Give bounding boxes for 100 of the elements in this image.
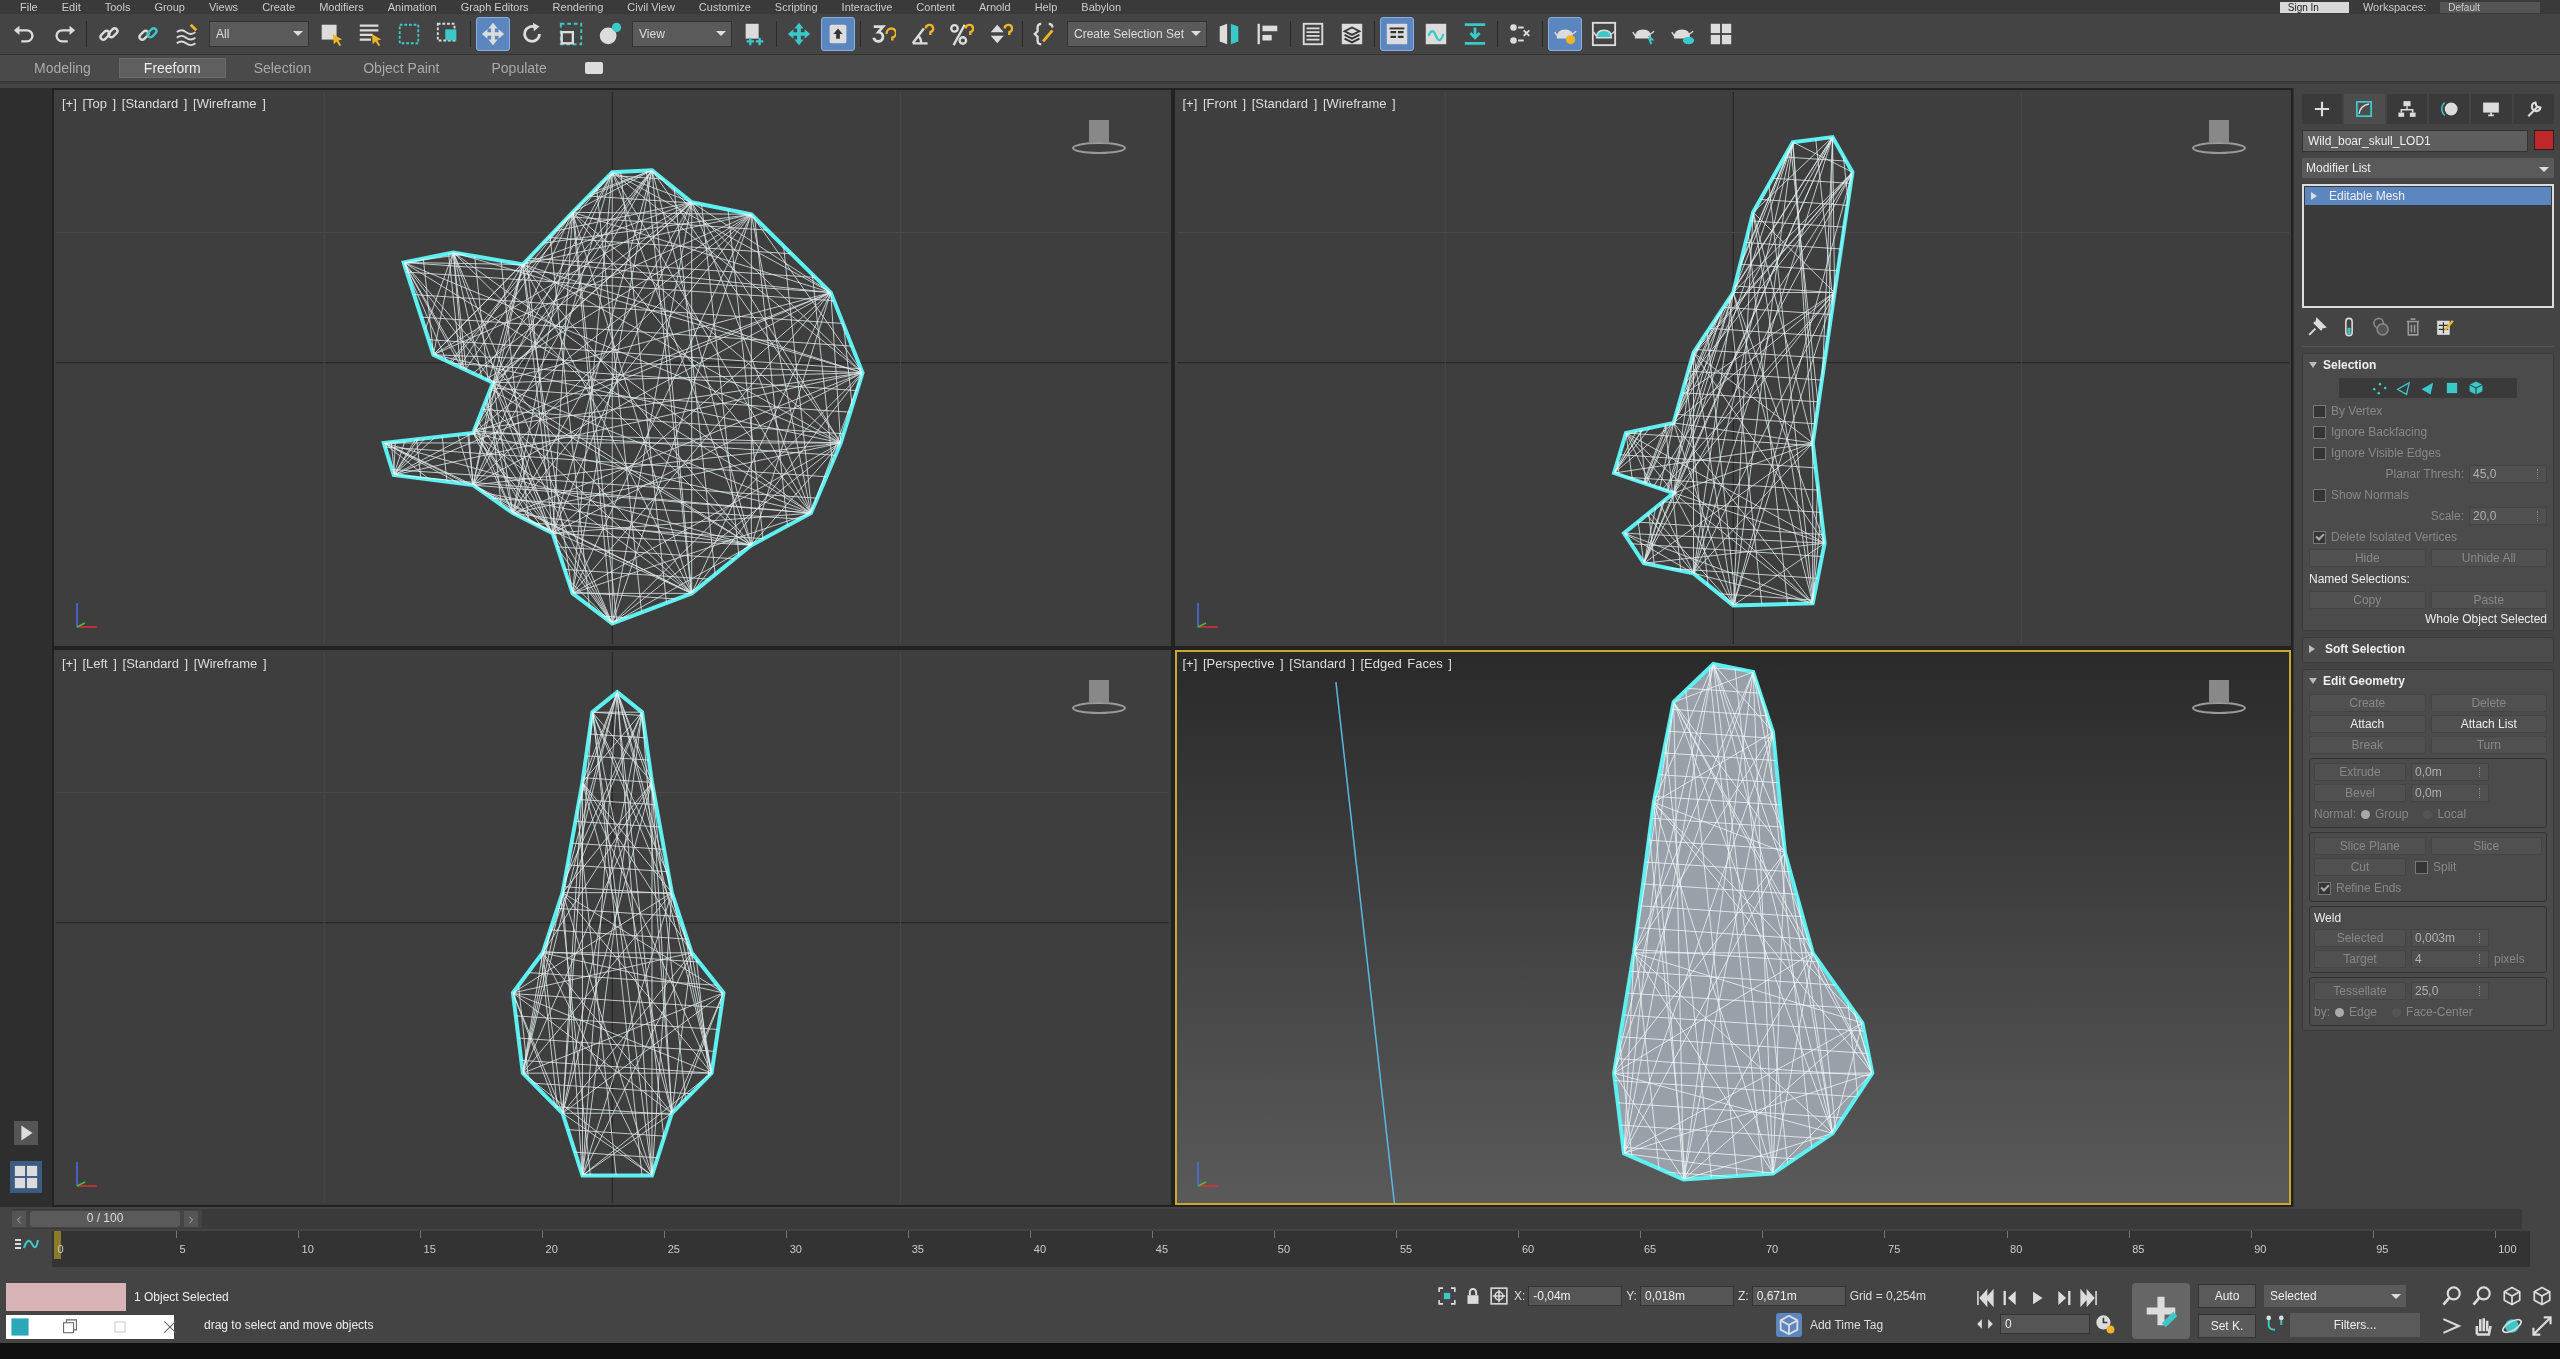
menu-item[interactable]: Customize <box>698 1 751 13</box>
panel-tab[interactable] <box>2386 94 2427 124</box>
menu-item[interactable]: Create <box>262 1 296 13</box>
toolbar-button[interactable] <box>1548 17 1583 51</box>
viewport-label[interactable]: [+] [Left ] [Standard ] [Wireframe ] <box>62 655 267 671</box>
panel-tab[interactable] <box>2344 94 2385 124</box>
auto-key-button[interactable]: Auto <box>2198 1284 2256 1308</box>
section-label: Named Selections: <box>2309 572 2410 586</box>
viewport-label[interactable]: [+] [Perspective ] [Standard ] [Edged Faces ] <box>1182 655 1452 671</box>
time-slider-track[interactable]: 0 / 100 <box>12 1209 2522 1229</box>
coordinate-field[interactable]: -0,04m <box>1528 1286 1623 1306</box>
rollout-header[interactable]: Soft Selection <box>2309 640 2405 658</box>
stack-item[interactable]: Editable Mesh <box>2305 187 2551 205</box>
checkbox-label: Ignore Visible Edges <box>2331 446 2441 460</box>
ribbon-tab[interactable]: Modeling <box>10 58 115 78</box>
move-arrows-icon <box>786 21 812 47</box>
color-swatch[interactable] <box>2534 130 2554 150</box>
percent-icon <box>948 21 974 47</box>
menu-item[interactable]: Interactive <box>841 1 893 13</box>
object-name-field[interactable]: Wild_boar_skull_LOD1 <box>2302 130 2528 152</box>
menu-item[interactable]: Rendering <box>552 1 604 13</box>
rollout-header[interactable]: Selection <box>2309 356 2377 374</box>
ribbon-tab[interactable]: Selection <box>229 58 336 78</box>
workspace-dropdown[interactable]: Default <box>2440 1 2540 13</box>
current-frame-field[interactable]: 0 <box>2000 1314 2090 1334</box>
radio-label: Local <box>2437 807 2467 821</box>
toolbar-dropdown[interactable]: View <box>632 21 732 47</box>
move-icon <box>480 21 506 47</box>
radio-label: Edge <box>2349 1005 2378 1019</box>
coordinate-field[interactable]: 0,018m <box>1639 1286 1734 1306</box>
menu-item[interactable]: Edit <box>61 1 81 13</box>
current-frame-marker[interactable] <box>54 1231 61 1259</box>
menu-item[interactable]: Graph Editors <box>460 1 529 13</box>
frame-number: 55 <box>1399 1243 1413 1255</box>
dashed-rectangle-icon <box>396 21 422 47</box>
panel-tab[interactable] <box>2471 94 2512 124</box>
axis-label: Y: <box>1626 1289 1637 1303</box>
toolbar-button[interactable] <box>1380 17 1415 51</box>
time-tag-button[interactable] <box>1775 1313 1802 1337</box>
toolbar-dropdown[interactable]: All <box>209 21 309 47</box>
frame-number: 100 <box>2498 1243 2517 1255</box>
panel-tab[interactable] <box>2513 94 2554 124</box>
menu-item[interactable]: Group <box>154 1 185 13</box>
rollout-header[interactable]: Edit Geometry <box>2309 672 2406 690</box>
menu-item[interactable]: Modifiers <box>319 1 364 13</box>
minimized-window[interactable] <box>6 1315 174 1339</box>
coordinate-field[interactable]: 0,671m <box>1751 1286 1846 1306</box>
toolbar-dropdown[interactable]: Create Selection Set <box>1067 21 1208 47</box>
toolbar-button[interactable] <box>821 17 855 51</box>
curve-square-icon <box>2354 99 2375 119</box>
menu-item[interactable]: Civil View <box>627 1 675 13</box>
viewport[interactable]: [+] [Perspective ] [Standard ] [Edged Faces ] <box>1174 649 2291 1205</box>
frame-number: 15 <box>423 1243 436 1255</box>
go-to-start-icon <box>1974 1287 1996 1309</box>
checkbox-label: Ignore Backfacing <box>2331 425 2428 439</box>
time-tag-label[interactable]: Add Time Tag <box>1809 1318 1884 1332</box>
axis-label: X: <box>1513 1289 1526 1303</box>
viewport[interactable]: [+] [Front ] [Standard ] [Wireframe ] <box>1174 90 2291 646</box>
menu-item[interactable]: Babylon <box>1081 1 1122 13</box>
menu-item[interactable]: Scripting <box>774 1 818 13</box>
frame-number: 75 <box>1888 1243 1901 1255</box>
modifier-list-dropdown[interactable]: Modifier List <box>2302 158 2554 178</box>
crosshair-icon <box>1487 1285 1510 1307</box>
expand-button[interactable] <box>14 1121 38 1145</box>
panel-tab[interactable] <box>2302 94 2343 124</box>
selection-status: Whole Object Selected <box>2423 612 2547 626</box>
frame-number: 50 <box>1277 1243 1291 1255</box>
menu-item[interactable]: Tools <box>104 1 131 13</box>
track-bar[interactable]: 0 5 10 15 20 25 30 35 40 45 50 55 60 65 70 75 80 85 90 95 100 <box>52 1231 2530 1267</box>
menu-item[interactable]: Animation <box>387 1 437 13</box>
menu-item[interactable]: Arnold <box>978 1 1011 13</box>
menu-item[interactable]: Views <box>208 1 239 13</box>
filters-button[interactable]: Filters... <box>2290 1313 2420 1337</box>
frame-number: 40 <box>1033 1243 1046 1255</box>
ribbon-tab[interactable]: Object Paint <box>339 58 464 78</box>
viewport-label[interactable]: [+] [Front ] [Standard ] [Wireframe ] <box>1182 96 1396 111</box>
sign-in-button[interactable]: Sign In <box>2279 1 2349 13</box>
panel-button[interactable]: Attach <box>2309 715 2426 733</box>
ribbon-tab[interactable]: Populate <box>467 58 571 78</box>
panel-button[interactable]: Attach List <box>2430 715 2547 733</box>
viewport-layout-button[interactable] <box>10 1161 42 1193</box>
viewport[interactable]: [+] [Left ] [Standard ] [Wireframe ] <box>54 649 1171 1205</box>
ribbon-toggle-icon[interactable] <box>584 62 603 74</box>
ribbon-tab[interactable]: Freeform <box>118 58 226 78</box>
sphere-icon <box>2439 99 2460 119</box>
radio-label: Group <box>2375 807 2409 821</box>
set-key-mode-button[interactable]: Set K. <box>2198 1314 2256 1338</box>
set-key-button[interactable] <box>2132 1283 2190 1339</box>
viewport-label[interactable]: [+] [Top ] [Standard ] [Wireframe ] <box>62 96 266 111</box>
menu-item[interactable]: Help <box>1034 1 1058 13</box>
zoom-extents-all-icon <box>2530 1284 2554 1308</box>
viewport[interactable]: [+] [Top ] [Standard ] [Wireframe ] <box>54 90 1171 646</box>
frame-number: 5 <box>179 1243 186 1255</box>
triangle-outline-icon <box>2395 379 2413 397</box>
key-filter-dropdown[interactable]: Selected <box>2264 1285 2406 1307</box>
panel-tab[interactable] <box>2429 94 2470 124</box>
frame-number: 65 <box>1643 1243 1657 1255</box>
menu-item[interactable]: File <box>20 1 38 13</box>
zoom-extents-icon <box>2500 1284 2524 1308</box>
menu-item[interactable]: Content <box>916 1 955 13</box>
